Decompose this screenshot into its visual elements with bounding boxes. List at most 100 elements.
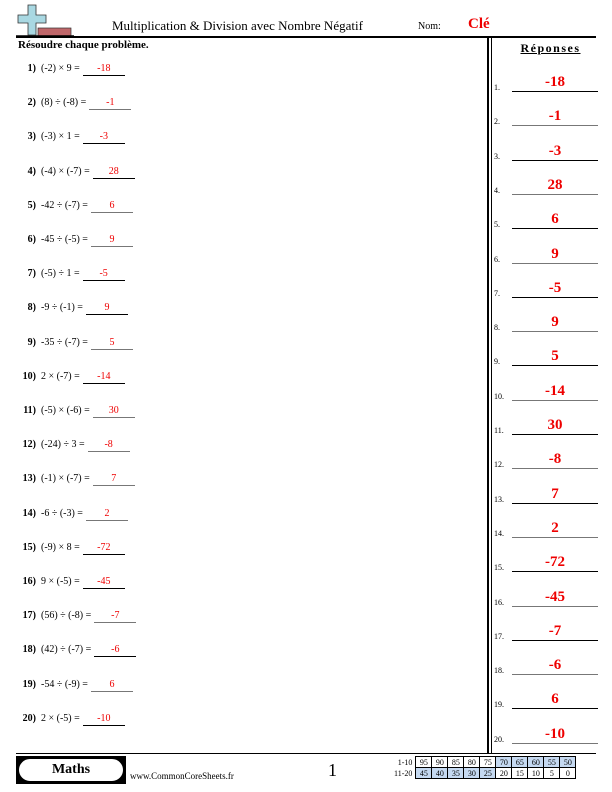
score-cell: 35 bbox=[447, 767, 465, 779]
answer-index: 18. bbox=[494, 666, 504, 676]
problem-number: 18) bbox=[22, 644, 36, 656]
answer-index: 14. bbox=[494, 528, 504, 538]
problem-item: 7) (-5) ÷ 1 = -5 bbox=[0, 268, 125, 288]
problem-answer: -18 bbox=[82, 63, 125, 76]
problem-number: 3) bbox=[27, 131, 36, 143]
score-cell: 50 bbox=[559, 756, 577, 768]
problem-expression: -42 ÷ (-7) = bbox=[41, 199, 88, 211]
answer-index: 6. bbox=[494, 254, 500, 264]
page-number: 1 bbox=[328, 760, 337, 780]
plus-and-minus-icon bbox=[16, 4, 74, 36]
answer-key-item: 7. -5 bbox=[494, 276, 598, 298]
answer-value: -5 bbox=[512, 279, 598, 298]
problem-answer: -72 bbox=[82, 542, 125, 555]
answer-key-item: 10. -14 bbox=[494, 379, 598, 401]
score-cell: 15 bbox=[511, 767, 529, 779]
problem-answer: 30 bbox=[92, 405, 135, 418]
problem-item: 19) -54 ÷ (-9) = 6 bbox=[0, 679, 133, 699]
instructions: Résoudre chaque problème. bbox=[18, 39, 149, 51]
score-table: 1-10 95 90 85 80 75 70 65 60 55 50 11-20 45 40 35 30 25 2… bbox=[392, 756, 577, 779]
problem-number: 1) bbox=[27, 63, 36, 74]
answer-index: 19. bbox=[494, 700, 504, 710]
problem-answer: -8 bbox=[87, 439, 130, 453]
problem-number: 2) bbox=[27, 97, 36, 109]
problem-expression: (-4) × (-7) = bbox=[41, 165, 90, 177]
score-cell: 75 bbox=[479, 756, 497, 768]
answer-value: -3 bbox=[512, 142, 598, 161]
score-cell: 70 bbox=[495, 756, 513, 768]
problem-item: 12) (-24) ÷ 3 = -8 bbox=[0, 439, 130, 459]
answer-key-item: 6. 9 bbox=[494, 242, 598, 264]
answer-key-item: 2. -1 bbox=[494, 104, 598, 127]
answer-index: 17. bbox=[494, 631, 504, 641]
problem-item: 14) -6 ÷ (-3) = 2 bbox=[0, 508, 128, 528]
problem-number: 8) bbox=[27, 302, 36, 314]
problem-number: 16) bbox=[22, 576, 36, 587]
score-cell: 55 bbox=[543, 756, 561, 768]
answer-value: 30 bbox=[512, 416, 598, 435]
answer-key-item: 19. 6 bbox=[494, 687, 598, 710]
answer-index: 9. bbox=[494, 357, 500, 367]
problem-item: 15) (-9) × 8 = -72 bbox=[0, 542, 125, 562]
answer-value: -7 bbox=[512, 622, 598, 641]
problem-expression: -35 ÷ (-7) = bbox=[41, 336, 88, 348]
answer-key-item: 4. 28 bbox=[494, 173, 598, 195]
problem-answer: 9 bbox=[85, 302, 128, 316]
subject-badge: Maths bbox=[18, 758, 124, 782]
answer-index: 3. bbox=[494, 151, 500, 161]
problem-number: 4) bbox=[27, 165, 36, 177]
problem-number: 5) bbox=[27, 199, 36, 211]
problem-answer: 9 bbox=[90, 234, 133, 247]
answer-value: -14 bbox=[512, 382, 598, 401]
score-cell: 45 bbox=[415, 767, 433, 779]
answer-index: 13. bbox=[494, 494, 504, 504]
answer-key-item: 16. -45 bbox=[494, 585, 598, 607]
score-cell: 30 bbox=[463, 767, 481, 779]
problem-expression: (42) ÷ (-7) = bbox=[41, 644, 92, 656]
website: www.CommonCoreSheets.fr bbox=[130, 771, 234, 781]
answer-value: 9 bbox=[512, 313, 598, 333]
answer-value: -8 bbox=[512, 450, 598, 470]
problem-item: 17) (56) ÷ (-8) = -7 bbox=[0, 610, 137, 630]
problem-expression: 2 × (-5) = bbox=[41, 712, 80, 724]
answer-index: 16. bbox=[494, 597, 504, 607]
answer-index: 11. bbox=[494, 426, 504, 435]
problem-expression: 9 × (-5) = bbox=[41, 576, 80, 587]
answer-value: -10 bbox=[512, 725, 598, 744]
score-row-label: 1-10 bbox=[397, 757, 413, 767]
score-cell: 95 bbox=[415, 756, 433, 768]
problem-answer: 28 bbox=[92, 166, 135, 179]
problem-answer: -10 bbox=[82, 713, 125, 726]
worksheet-title: Multiplication & Division avec Nombre Né… bbox=[112, 18, 363, 33]
score-cell: 10 bbox=[527, 767, 545, 779]
score-row-label: 11-20 bbox=[394, 768, 413, 778]
answer-value: 6 bbox=[512, 210, 598, 230]
answer-index: 15. bbox=[494, 563, 504, 573]
problem-number: 15) bbox=[22, 541, 36, 553]
score-cell: 85 bbox=[447, 756, 465, 768]
answer-key-item: 13. 7 bbox=[494, 482, 598, 504]
problem-expression: -6 ÷ (-3) = bbox=[41, 507, 83, 519]
answer-key-item: 3. -3 bbox=[494, 139, 598, 161]
problem-expression: -54 ÷ (-9) = bbox=[41, 678, 88, 690]
problem-item: 1) (-2) × 9 = -18 bbox=[0, 63, 125, 83]
answer-key-item: 1. -18 bbox=[494, 70, 598, 92]
problem-item: 3) (-3) × 1 = -3 bbox=[0, 131, 125, 151]
problem-expression: (-9) × 8 = bbox=[41, 541, 80, 553]
problem-answer: -7 bbox=[94, 610, 137, 624]
score-cell: 65 bbox=[511, 756, 529, 768]
score-cell: 60 bbox=[527, 756, 545, 768]
answer-value: 9 bbox=[512, 245, 598, 264]
problem-expression: (-5) × (-6) = bbox=[41, 405, 90, 416]
problem-number: 7) bbox=[27, 268, 36, 280]
answer-index: 5. bbox=[494, 220, 500, 230]
problem-answer: -6 bbox=[94, 644, 137, 658]
answer-key-item: 15. -72 bbox=[494, 550, 598, 573]
answer-value: -6 bbox=[512, 656, 598, 676]
answer-key-item: 8. 9 bbox=[494, 310, 598, 333]
problem-item: 10) 2 × (-7) = -14 bbox=[0, 371, 125, 391]
answer-value: 28 bbox=[512, 176, 598, 195]
problem-expression: 2 × (-7) = bbox=[41, 370, 80, 382]
problem-answer: -45 bbox=[82, 576, 125, 589]
score-cell: 5 bbox=[543, 767, 561, 779]
